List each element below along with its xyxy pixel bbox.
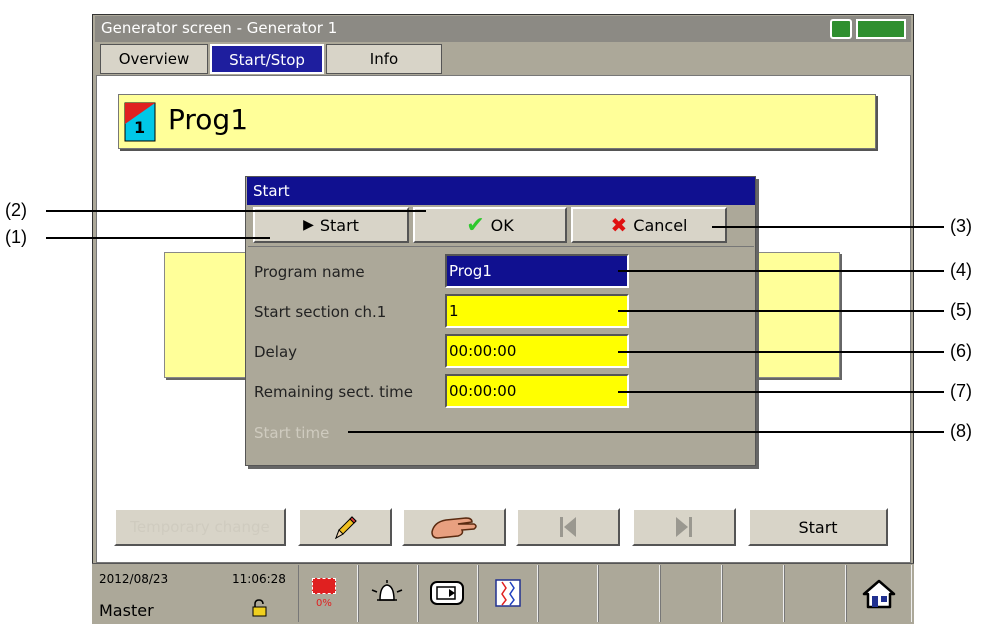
callout-line-8: [348, 431, 944, 433]
hand-icon: [431, 517, 477, 539]
start-time-label: Start time: [254, 424, 330, 442]
manual-button[interactable]: [402, 508, 506, 546]
program-number: 1: [134, 118, 146, 137]
start-button[interactable]: ▶ Start: [253, 207, 409, 243]
remaining-time-label: Remaining sect. time: [254, 383, 414, 401]
remaining-time-field[interactable]: 00:00:00: [445, 374, 629, 408]
start-program-button[interactable]: Start: [748, 508, 888, 546]
window-title: Generator screen - Generator 1: [95, 16, 911, 42]
temporary-change-button[interactable]: Temporary change: [114, 508, 286, 546]
callout-line-6: [618, 351, 944, 353]
callout-label-5: (5): [950, 300, 972, 320]
delay-label: Delay: [254, 343, 298, 361]
empty-slot-5[interactable]: [784, 565, 846, 622]
start-section-label: Start section ch.1: [254, 303, 387, 321]
callout-line-4: [618, 270, 944, 272]
lock-icon[interactable]: [250, 599, 268, 617]
delay-field[interactable]: 00:00:00: [445, 334, 629, 368]
memory-percent: 0%: [316, 598, 332, 609]
play-icon: ▶: [303, 217, 314, 233]
pencil-icon: [335, 516, 357, 540]
previous-icon: [560, 517, 576, 537]
callout-label-8: (8): [950, 421, 972, 441]
home-icon: [862, 579, 896, 609]
callout-label-3: (3): [950, 216, 972, 236]
next-icon: [676, 517, 692, 537]
tab-overview[interactable]: Overview: [100, 44, 208, 74]
callout-label-2: (2): [5, 200, 27, 220]
callout-line-1: [46, 237, 270, 239]
screen-icon: [430, 581, 464, 605]
callout-line-3: [712, 226, 944, 228]
background-panel-left: [164, 252, 248, 378]
cross-icon: ✖: [610, 213, 628, 237]
callout-line-2: [46, 210, 426, 212]
callout-line-7: [618, 391, 944, 393]
program-name-field[interactable]: Prog1: [445, 254, 629, 288]
callout-label-6: (6): [950, 341, 972, 361]
date-display: 2012/08/23: [99, 572, 169, 586]
program-name-label: Program name: [254, 263, 365, 281]
checkmark-icon: ✔: [466, 212, 485, 238]
memory-card-icon: [312, 578, 336, 594]
empty-slot-2[interactable]: [598, 565, 660, 622]
cancel-button[interactable]: ✖ Cancel: [571, 207, 727, 243]
empty-slot-3[interactable]: [660, 565, 722, 622]
callout-label-1: (1): [5, 227, 27, 247]
empty-slot-1[interactable]: [538, 565, 598, 622]
callout-label-4: (4): [950, 260, 972, 280]
battery-icon: [856, 19, 906, 39]
previous-button[interactable]: [516, 508, 620, 546]
status-indicators: [830, 19, 908, 39]
tab-start-stop[interactable]: Start/Stop: [210, 44, 324, 74]
dialog-divider: [248, 246, 754, 247]
start-section-field[interactable]: 1: [445, 294, 629, 328]
time-display: 11:06:28: [232, 572, 286, 586]
callout-line-5: [618, 310, 944, 312]
chart-icon: [495, 579, 521, 607]
next-button[interactable]: [632, 508, 736, 546]
tab-info[interactable]: Info: [326, 44, 442, 74]
user-display: Master: [99, 601, 154, 620]
program-title: Prog1: [168, 103, 249, 136]
connection-icon: [830, 19, 852, 39]
alarm-bell-icon: [371, 580, 403, 601]
dialog-title: Start: [247, 177, 755, 205]
edit-button[interactable]: [298, 508, 392, 546]
ok-button[interactable]: ✔ OK: [413, 207, 567, 243]
callout-label-7: (7): [950, 381, 972, 401]
empty-slot-4[interactable]: [722, 565, 784, 622]
